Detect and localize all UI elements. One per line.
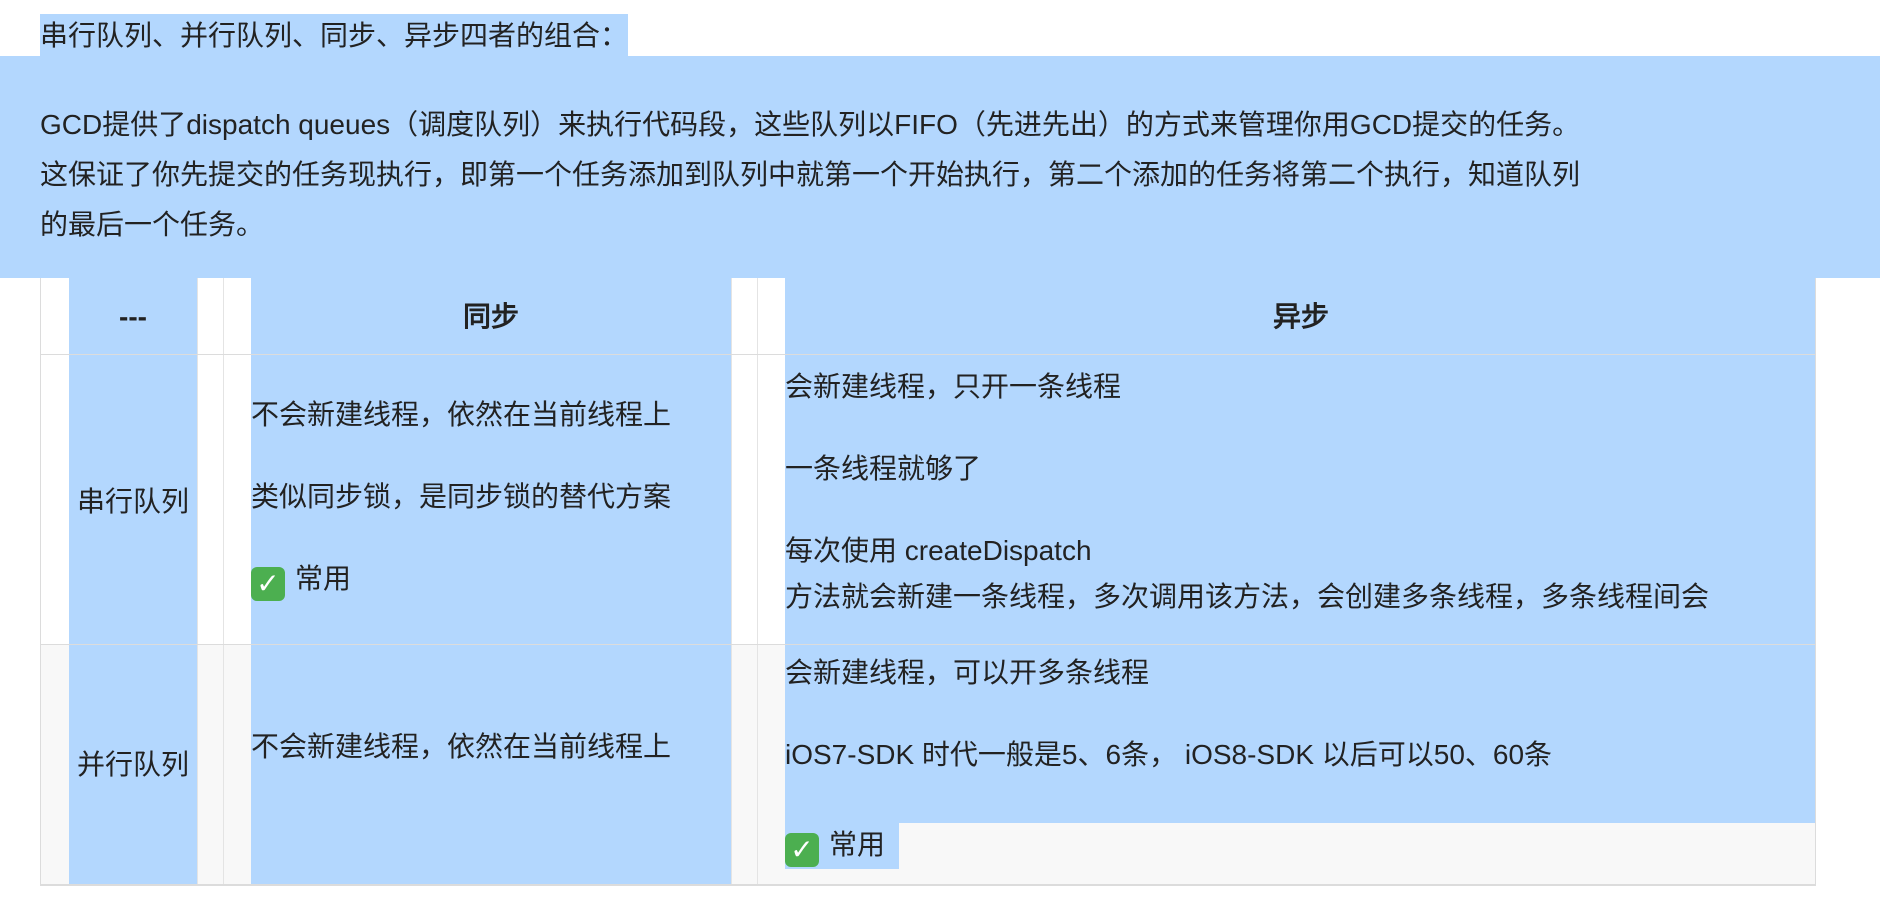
section-heading: 串行队列、并行队列、同步、异步四者的组合： <box>40 14 1880 58</box>
cell-line: 会新建线程，可以开多条线程 <box>785 657 1150 688</box>
queue-combination-table: --- 同步 异步 串行队列 不会新建线程，依然在当前线程上 类似同步锁，是同步… <box>40 278 1816 886</box>
async-cell: 会新建线程，只开一条线程 一条线程就够了 每次使用 createDispatch… <box>785 355 1815 644</box>
document-page: 串行队列、并行队列、同步、异步四者的组合： GCD提供了dispatch que… <box>0 0 1880 906</box>
header-cell-sync: 同步 <box>251 278 731 354</box>
cell-line: 每次使用 createDispatch <box>785 535 1092 566</box>
cell-line: iOS7-SDK 时代一般是5、6条， iOS8-SDK 以后可以50、60条 <box>785 739 1553 770</box>
paragraph-line: GCD提供了dispatch queues（调度队列）来执行代码段，这些队列以F… <box>40 109 1581 140</box>
row-label-cell: 串行队列 <box>69 355 197 644</box>
cell-line: 一条线程就够了 <box>785 453 982 484</box>
sync-cell: 不会新建线程，依然在当前线程上 <box>251 645 731 884</box>
async-cell: 会新建线程，可以开多条线程 iOS7-SDK 时代一般是5、6条， iOS8-S… <box>785 645 1815 884</box>
check-mark-button-icon: ✓ <box>785 833 819 867</box>
table-header-row: --- 同步 异步 <box>41 278 1815 355</box>
table-row: 串行队列 不会新建线程，依然在当前线程上 类似同步锁，是同步锁的替代方案 ✓ 常用… <box>41 355 1815 645</box>
sync-cell: 不会新建线程，依然在当前线程上 类似同步锁，是同步锁的替代方案 ✓ 常用 <box>251 355 731 644</box>
header-cell-corner: --- <box>69 278 197 354</box>
heading-text: 串行队列、并行队列、同步、异步四者的组合： <box>40 14 629 58</box>
check-mark-button-icon: ✓ <box>251 567 285 601</box>
row-label: 并行队列 <box>76 749 189 780</box>
cell-line: 不会新建线程，依然在当前线程上 <box>251 731 672 762</box>
row-label-cell: 并行队列 <box>69 645 197 884</box>
cell-line: 方法就会新建一条线程，多次调用该方法，会创建多条线程，多条线程间会 <box>785 581 1710 612</box>
cell-line: 会新建线程，只开一条线程 <box>785 371 1122 402</box>
header-cell-async: 异步 <box>785 278 1815 354</box>
cell-line: 不会新建线程，依然在当前线程上 <box>251 399 672 430</box>
paragraph-line: 这保证了你先提交的任务现执行，即第一个任务添加到队列中就第一个开始执行，第二个添… <box>40 159 1581 190</box>
table-row: 并行队列 不会新建线程，依然在当前线程上 会新建线程，可以开多条线程 iOS7-… <box>41 645 1815 885</box>
cell-line-common: ✓ 常用 <box>785 825 885 867</box>
cell-line: 类似同步锁，是同步锁的替代方案 <box>251 481 672 512</box>
intro-paragraph: GCD提供了dispatch queues（调度队列）来执行代码段，这些队列以F… <box>0 56 1880 278</box>
row-label: 串行队列 <box>76 486 189 517</box>
paragraph-line: 的最后一个任务。 <box>40 209 265 240</box>
cell-line-common: ✓ 常用 <box>251 559 351 601</box>
